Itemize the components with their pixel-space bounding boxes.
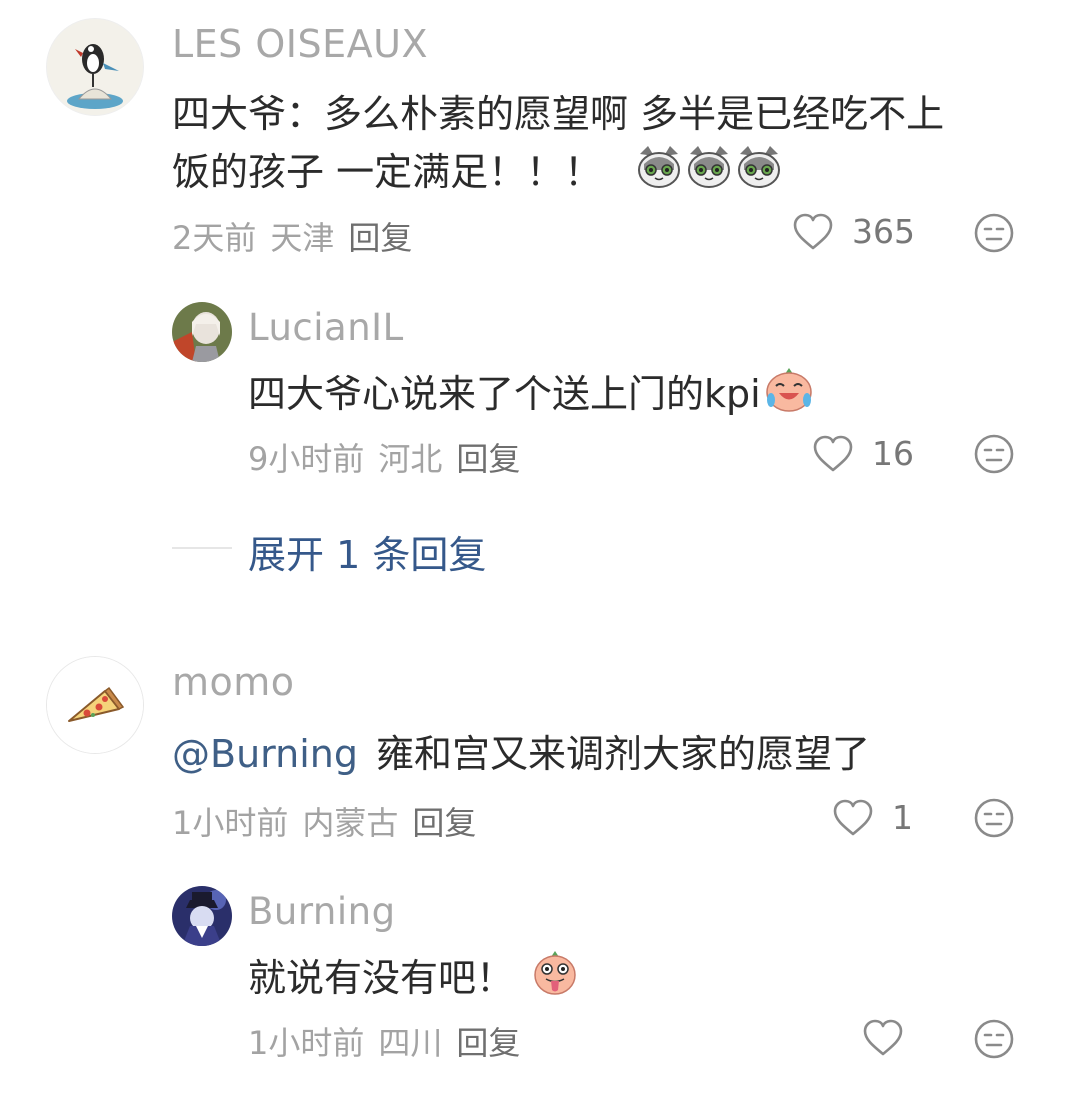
reply-avatar[interactable] — [172, 886, 232, 946]
reply-username[interactable]: LucianIL — [248, 306, 404, 349]
reply-button[interactable]: 回复 — [348, 219, 412, 257]
like-count: 365 — [852, 212, 915, 251]
avatar[interactable] — [46, 18, 144, 116]
dislike-button[interactable] — [973, 433, 1015, 479]
comment-username[interactable]: LES OISEAUX — [172, 22, 428, 66]
meh-face-icon — [974, 213, 1014, 253]
reply-time: 1小时前 — [248, 1024, 365, 1062]
like-button[interactable]: 1 — [832, 798, 913, 837]
comment-text: 四大爷：多么朴素的愿望啊 多半是已经吃不上 饭的孩子 一定满足！！！ — [172, 86, 944, 205]
reply-time: 9小时前 — [248, 440, 365, 478]
comment-location: 天津 — [270, 219, 335, 257]
mention-link[interactable]: @Burning — [172, 732, 358, 776]
reply-username[interactable]: Burning — [248, 890, 396, 933]
comment-meta: 2天前 天津 回复 — [172, 213, 426, 259]
dislike-button[interactable] — [973, 212, 1015, 258]
reply-button[interactable]: 回复 — [412, 804, 476, 842]
reply-button[interactable]: 回复 — [456, 440, 520, 478]
comment-text-line: 四大爷：多么朴素的愿望啊 多半是已经吃不上 — [172, 92, 945, 136]
meh-face-icon — [974, 1019, 1014, 1059]
cat-emoji-icon — [636, 144, 786, 205]
heart-icon — [793, 213, 833, 249]
tongue-peach-emoji-icon — [532, 948, 578, 1013]
heart-icon — [813, 435, 853, 471]
heart-icon — [833, 799, 873, 835]
reply-avatar[interactable] — [172, 302, 232, 362]
reply-location: 河北 — [378, 440, 443, 478]
reply-text: 就说有没有吧！ — [248, 948, 578, 1013]
heart-icon — [863, 1019, 903, 1056]
like-count: 1 — [892, 798, 913, 837]
reply-location: 四川 — [378, 1024, 443, 1062]
comment-time: 1小时前 — [172, 804, 289, 842]
comment-location: 内蒙古 — [302, 804, 399, 842]
comment-meta: 1小时前 内蒙古 回复 — [172, 798, 490, 844]
reply-button[interactable]: 回复 — [456, 1024, 520, 1062]
meh-face-icon — [974, 798, 1014, 838]
reply-meta: 1小时前 四川 回复 — [248, 1018, 534, 1064]
comment-time: 2天前 — [172, 219, 257, 257]
expand-divider — [172, 547, 232, 549]
laugh-cry-peach-emoji-icon — [763, 364, 815, 429]
like-button[interactable]: 16 — [812, 434, 914, 473]
dislike-button[interactable] — [973, 1018, 1015, 1064]
avatar[interactable] — [46, 656, 144, 754]
meh-face-icon — [974, 434, 1014, 474]
dislike-button[interactable] — [973, 797, 1015, 843]
comment-text: @Burning 雍和宫又来调剂大家的愿望了 — [172, 732, 870, 776]
like-count: 16 — [872, 434, 914, 473]
reply-meta: 9小时前 河北 回复 — [248, 434, 534, 480]
expand-replies-button[interactable]: 展开 1 条回复 — [248, 524, 486, 579]
like-button[interactable] — [862, 1019, 922, 1057]
reply-text: 四大爷心说来了个送上门的kpi — [248, 364, 815, 429]
comment-username[interactable]: momo — [172, 660, 295, 704]
comment-text-line-2: 饭的孩子 一定满足！！！ — [172, 144, 944, 205]
like-button[interactable]: 365 — [792, 212, 915, 251]
